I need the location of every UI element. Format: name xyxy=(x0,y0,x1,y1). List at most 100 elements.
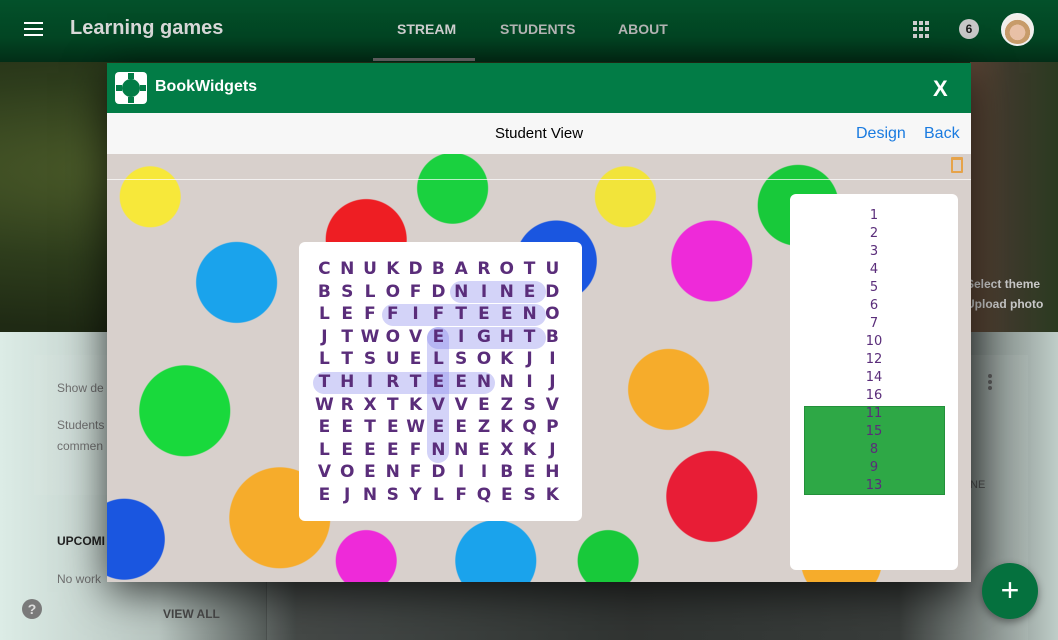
grid-letter[interactable]: T xyxy=(381,394,404,417)
apps-grid-icon[interactable] xyxy=(913,21,930,38)
grid-letter[interactable]: N xyxy=(336,258,359,281)
grid-letter[interactable]: N xyxy=(495,281,518,304)
grid-letter[interactable]: E xyxy=(495,303,518,326)
trash-icon[interactable] xyxy=(951,157,963,173)
grid-letter[interactable]: F xyxy=(450,484,473,507)
grid-letter[interactable]: I xyxy=(473,281,496,304)
grid-letter[interactable]: E xyxy=(495,484,518,507)
grid-letter[interactable]: D xyxy=(404,258,427,281)
grid-letter[interactable]: T xyxy=(336,348,359,371)
grid-letter[interactable]: W xyxy=(313,394,336,417)
grid-letter[interactable]: K xyxy=(381,258,404,281)
grid-letter[interactable]: E xyxy=(450,371,473,394)
grid-letter[interactable]: V xyxy=(427,394,450,417)
grid-letter[interactable]: S xyxy=(518,484,541,507)
grid-letter[interactable]: J xyxy=(313,326,336,349)
grid-letter[interactable]: D xyxy=(541,281,564,304)
grid-letter[interactable]: O xyxy=(541,303,564,326)
grid-letter[interactable]: E xyxy=(313,484,336,507)
grid-letter[interactable]: T xyxy=(450,303,473,326)
grid-letter[interactable]: B xyxy=(427,258,450,281)
grid-letter[interactable]: V xyxy=(404,326,427,349)
grid-letter[interactable]: S xyxy=(450,348,473,371)
grid-letter[interactable]: X xyxy=(359,394,382,417)
grid-letter[interactable]: W xyxy=(359,326,382,349)
grid-letter[interactable]: F xyxy=(359,303,382,326)
grid-letter[interactable]: K xyxy=(541,484,564,507)
select-theme-link[interactable]: Select theme xyxy=(966,277,1040,291)
notification-badge[interactable]: 6 xyxy=(959,19,979,39)
grid-letter[interactable]: L xyxy=(313,439,336,462)
grid-letter[interactable]: L xyxy=(359,281,382,304)
view-all-link[interactable]: VIEW ALL xyxy=(163,607,220,621)
grid-letter[interactable]: I xyxy=(404,303,427,326)
grid-letter[interactable]: O xyxy=(495,258,518,281)
grid-letter[interactable]: I xyxy=(473,461,496,484)
grid-letter[interactable]: F xyxy=(404,461,427,484)
grid-letter[interactable]: S xyxy=(336,281,359,304)
grid-letter[interactable]: R xyxy=(473,258,496,281)
grid-letter[interactable]: W xyxy=(404,416,427,439)
grid-letter[interactable]: U xyxy=(381,348,404,371)
grid-letter[interactable]: T xyxy=(359,416,382,439)
grid-letter[interactable]: N xyxy=(495,371,518,394)
grid-letter[interactable]: K xyxy=(495,416,518,439)
grid-letter[interactable]: S xyxy=(518,394,541,417)
grid-letter[interactable]: S xyxy=(359,348,382,371)
hamburger-icon[interactable] xyxy=(24,22,43,36)
grid-letter[interactable]: L xyxy=(313,348,336,371)
grid-letter[interactable]: U xyxy=(541,258,564,281)
grid-letter[interactable]: I xyxy=(450,326,473,349)
grid-letter[interactable]: K xyxy=(518,439,541,462)
grid-letter[interactable]: E xyxy=(427,416,450,439)
grid-letter[interactable]: E xyxy=(427,371,450,394)
grid-letter[interactable]: E xyxy=(473,394,496,417)
grid-letter[interactable]: O xyxy=(473,348,496,371)
grid-letter[interactable]: R xyxy=(336,394,359,417)
grid-letter[interactable]: I xyxy=(359,371,382,394)
grid-letter[interactable]: I xyxy=(518,371,541,394)
grid-letter[interactable]: N xyxy=(518,303,541,326)
tab-stream[interactable]: STREAM xyxy=(397,21,456,37)
grid-letter[interactable]: E xyxy=(427,326,450,349)
upload-photo-link[interactable]: Upload photo xyxy=(966,297,1043,311)
grid-letter[interactable]: H xyxy=(495,326,518,349)
grid-letter[interactable]: J xyxy=(336,484,359,507)
grid-letter[interactable]: K xyxy=(495,348,518,371)
grid-letter[interactable]: T xyxy=(518,326,541,349)
grid-letter[interactable]: Q xyxy=(473,484,496,507)
grid-letter[interactable]: N xyxy=(450,281,473,304)
grid-letter[interactable]: Z xyxy=(473,416,496,439)
grid-letter[interactable]: N xyxy=(427,439,450,462)
grid-letter[interactable]: J xyxy=(541,371,564,394)
grid-letter[interactable]: G xyxy=(473,326,496,349)
grid-letter[interactable]: I xyxy=(450,461,473,484)
grid-letter[interactable]: O xyxy=(381,281,404,304)
grid-letter[interactable]: L xyxy=(313,303,336,326)
grid-letter[interactable]: U xyxy=(359,258,382,281)
grid-letter[interactable]: N xyxy=(450,439,473,462)
back-link[interactable]: Back xyxy=(924,125,960,143)
add-button[interactable]: + xyxy=(982,563,1038,619)
grid-letter[interactable]: B xyxy=(541,326,564,349)
tab-students[interactable]: STUDENTS xyxy=(500,21,575,37)
grid-letter[interactable]: N xyxy=(381,461,404,484)
grid-letter[interactable]: D xyxy=(427,461,450,484)
grid-letter[interactable]: T xyxy=(313,371,336,394)
grid-letter[interactable]: H xyxy=(541,461,564,484)
grid-letter[interactable]: J xyxy=(518,348,541,371)
grid-letter[interactable]: X xyxy=(495,439,518,462)
grid-letter[interactable]: E xyxy=(381,439,404,462)
design-link[interactable]: Design xyxy=(856,125,906,143)
grid-letter[interactable]: N xyxy=(473,371,496,394)
grid-letter[interactable]: F xyxy=(404,281,427,304)
grid-letter[interactable]: K xyxy=(404,394,427,417)
grid-letter[interactable]: F xyxy=(381,303,404,326)
grid-letter[interactable]: E xyxy=(473,439,496,462)
grid-letter[interactable]: R xyxy=(381,371,404,394)
grid-letter[interactable]: D xyxy=(427,281,450,304)
grid-letter[interactable]: L xyxy=(427,348,450,371)
grid-letter[interactable]: O xyxy=(336,461,359,484)
help-icon[interactable]: ? xyxy=(22,599,42,619)
grid-letter[interactable]: O xyxy=(381,326,404,349)
